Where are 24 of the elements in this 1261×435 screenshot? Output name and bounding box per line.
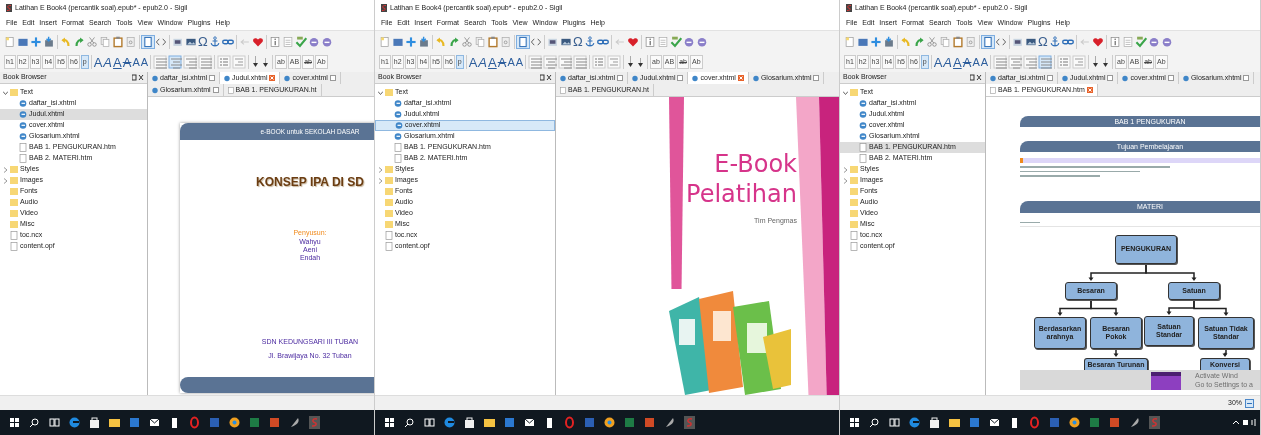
- font-style-button[interactable]: A: [933, 54, 943, 70]
- special-character-button[interactable]: Ω: [1038, 34, 1048, 49]
- font-style-button[interactable]: A: [943, 54, 953, 70]
- cover-title-line: E-Book: [713, 149, 797, 179]
- font-style-button[interactable]: A: [980, 54, 989, 70]
- book-title: KONSEP IPA DI SD: [256, 175, 364, 190]
- font-style-button[interactable]: A: [140, 54, 149, 70]
- font-style-button[interactable]: A: [515, 54, 524, 70]
- special-character-button[interactable]: Ω: [198, 34, 208, 49]
- font-style-button[interactable]: A: [507, 54, 515, 70]
- font-style-button[interactable]: A: [478, 54, 488, 70]
- font-style-button[interactable]: A: [962, 54, 972, 70]
- cover-title-line: Pelatihan: [686, 179, 797, 209]
- font-style-button[interactable]: A: [122, 54, 132, 70]
- font-style-button[interactable]: A: [497, 54, 507, 70]
- special-character-button[interactable]: Ω: [573, 34, 583, 49]
- font-style-button[interactable]: A: [103, 54, 113, 70]
- font-style-button[interactable]: A: [953, 54, 962, 70]
- font-style-button[interactable]: A: [468, 54, 478, 70]
- font-style-button[interactable]: A: [488, 54, 497, 70]
- font-style-button[interactable]: A: [132, 54, 140, 70]
- font-style-button[interactable]: A: [113, 54, 122, 70]
- font-style-button[interactable]: A: [93, 54, 103, 70]
- font-style-button[interactable]: A: [972, 54, 980, 70]
